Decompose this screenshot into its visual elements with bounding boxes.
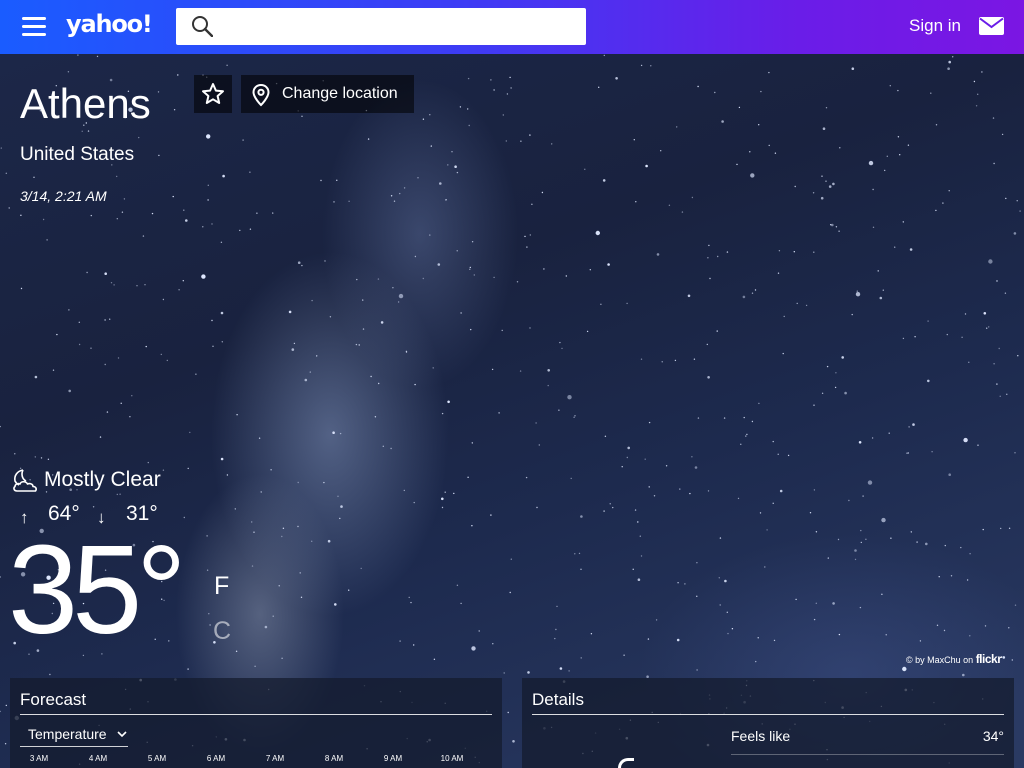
forecast-panel: Forecast Temperature 3 AM 4 AM 5 AM 6 AM 7 A… [10,678,502,768]
condition-text: Mostly Clear [44,468,161,491]
forecast-hour-label: 3 AM [29,754,49,763]
city-name: Athens [20,80,151,127]
background-photo [0,54,1024,768]
header-bar: yahoo! Sign in [0,0,1024,54]
feels-like-label: Feels like [731,728,791,744]
forecast-metric-select[interactable]: Temperature [20,723,128,747]
forecast-hour-label: 4 AM [88,754,108,763]
country-name: United States [20,144,135,165]
forecast-hour-label: 9 AM [383,754,403,763]
change-location-label: Change location [282,85,398,102]
forecast-hour-label: 6 AM [206,754,226,763]
feels-like-value: 34° [982,728,1004,744]
details-row-divider [731,754,1004,755]
forecast-hour-label: 8 AM [324,754,344,763]
details-graphic [618,758,634,768]
local-datetime: 3/14, 2:21 AM [20,188,107,204]
forecast-hour-label: 5 AM [147,754,167,763]
search-icon[interactable] [191,15,213,37]
location-pin-icon [252,83,270,107]
sign-in-link[interactable]: Sign in [909,16,961,36]
favorite-button[interactable] [194,75,232,113]
hourly-axis: 3 AM 4 AM 5 AM 6 AM 7 AM 8 AM 9 AM 10 AM [20,754,492,768]
search-input[interactable] [222,10,578,43]
starfield [0,54,1021,765]
details-panel: Details Feels like 34° [522,678,1014,768]
forecast-divider [20,714,492,715]
moon-cloud-icon [13,469,37,492]
details-title: Details [532,690,584,709]
details-divider [532,714,1004,715]
forecast-title: Forecast [20,690,87,709]
forecast-metric-value: Temperature [28,726,107,742]
photo-credit[interactable]: © by MaxChu on flickr [906,652,1002,666]
forecast-hour-label: 7 AM [265,754,285,763]
chevron-down-icon [117,731,127,738]
current-temperature: 35° [8,519,187,660]
star-icon [202,83,224,104]
flickr-logo[interactable]: flickr [976,652,1002,666]
yahoo-logo[interactable]: yahoo! [66,10,153,38]
change-location-button[interactable]: Change location [241,75,414,113]
unit-celsius-toggle[interactable]: C [213,617,231,646]
forecast-hour-label: 10 AM [440,754,464,763]
unit-fahrenheit-toggle[interactable]: F [214,572,229,601]
photo-credit-text: © by MaxChu on [906,655,974,665]
hamburger-menu-icon[interactable] [22,17,46,37]
mail-icon[interactable] [979,17,1004,35]
